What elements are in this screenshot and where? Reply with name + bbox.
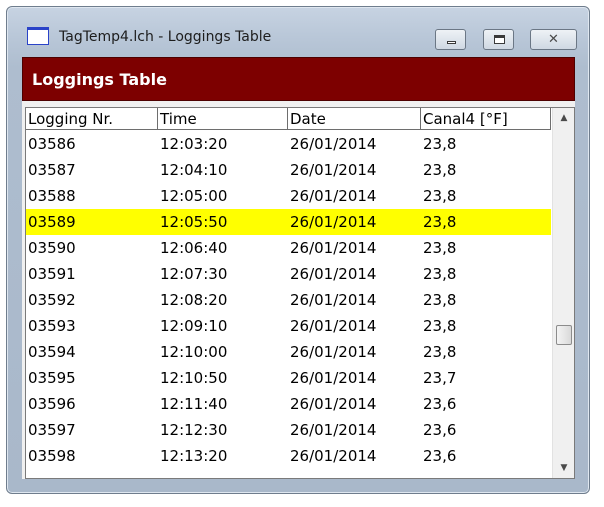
table-row[interactable]: 03587 12:04:10 26/01/2014 23,8 (26, 157, 551, 183)
cell-canal4: 23,8 (423, 161, 457, 179)
close-button[interactable]: ✕ (530, 29, 577, 50)
cell-date: 26/01/2014 (290, 187, 377, 205)
maximize-icon (494, 35, 505, 44)
cell-canal4: 23,7 (423, 369, 457, 387)
table-row[interactable]: 03593 12:09:10 26/01/2014 23,8 (26, 313, 551, 339)
cell-canal4: 23,6 (423, 447, 457, 465)
cell-logging-nr: 03595 (28, 369, 76, 387)
column-header-time[interactable]: Time (158, 108, 288, 130)
cell-date: 26/01/2014 (290, 291, 377, 309)
cell-logging-nr: 03597 (28, 421, 76, 439)
window-client-area: Loggings Table Logging Nr. Time Date Can… (22, 57, 575, 479)
window-app-icon (27, 27, 49, 45)
column-header-date[interactable]: Date (288, 108, 421, 130)
cell-time: 12:13:20 (160, 447, 228, 465)
cell-canal4: 23,8 (423, 187, 457, 205)
cell-time: 12:10:00 (160, 343, 228, 361)
cell-time: 12:04:10 (160, 161, 228, 179)
table-row[interactable]: 03594 12:10:00 26/01/2014 23,8 (26, 339, 551, 365)
cell-date: 26/01/2014 (290, 265, 377, 283)
cell-canal4: 23,8 (423, 135, 457, 153)
table-row[interactable]: 03588 12:05:00 26/01/2014 23,8 (26, 183, 551, 209)
title-bar[interactable]: TagTemp4.lch - Loggings Table ✕ (7, 7, 589, 51)
cell-date: 26/01/2014 (290, 135, 377, 153)
cell-date: 26/01/2014 (290, 161, 377, 179)
close-icon: ✕ (548, 32, 559, 47)
cell-logging-nr: 03589 (28, 213, 76, 231)
cell-logging-nr: 03588 (28, 187, 76, 205)
cell-time: 12:10:50 (160, 369, 228, 387)
table-row[interactable]: 03591 12:07:30 26/01/2014 23,8 (26, 261, 551, 287)
cell-logging-nr: 03591 (28, 265, 76, 283)
maximize-button[interactable] (483, 29, 514, 50)
column-header-canal4[interactable]: Canal4 [°F] (421, 108, 551, 130)
cell-logging-nr: 03586 (28, 135, 76, 153)
cell-time: 12:08:20 (160, 291, 228, 309)
cell-date: 26/01/2014 (290, 395, 377, 413)
scrollbar-thumb[interactable] (556, 325, 572, 345)
cell-canal4: 23,8 (423, 343, 457, 361)
cell-time: 12:03:20 (160, 135, 228, 153)
cell-canal4: 23,8 (423, 239, 457, 257)
cell-canal4: 23,8 (423, 317, 457, 335)
scroll-down-icon[interactable]: ▼ (553, 458, 574, 478)
table-row[interactable]: 03595 12:10:50 26/01/2014 23,7 (26, 365, 551, 391)
cell-date: 26/01/2014 (290, 239, 377, 257)
vertical-scrollbar[interactable]: ▲ ▼ (552, 108, 574, 478)
cell-logging-nr: 03594 (28, 343, 76, 361)
cell-canal4: 23,6 (423, 421, 457, 439)
cell-time: 12:12:30 (160, 421, 228, 439)
cell-date: 26/01/2014 (290, 447, 377, 465)
column-header-logging-nr[interactable]: Logging Nr. (26, 108, 158, 130)
cell-logging-nr: 03590 (28, 239, 76, 257)
app-window: TagTemp4.lch - Loggings Table ✕ Loggings… (6, 6, 590, 494)
cell-date: 26/01/2014 (290, 317, 377, 335)
table-row[interactable]: 03596 12:11:40 26/01/2014 23,6 (26, 391, 551, 417)
scroll-up-icon[interactable]: ▲ (553, 108, 574, 128)
table-row[interactable]: 03586 12:03:20 26/01/2014 23,8 (26, 131, 551, 157)
table-row[interactable]: 03589 12:05:50 26/01/2014 23,8 (26, 209, 551, 235)
cell-logging-nr: 03587 (28, 161, 76, 179)
cell-time: 12:06:40 (160, 239, 228, 257)
cell-canal4: 23,6 (423, 395, 457, 413)
cell-time: 12:05:00 (160, 187, 228, 205)
cell-time: 12:07:30 (160, 265, 228, 283)
table-header-row: Logging Nr. Time Date Canal4 [°F] (26, 108, 551, 131)
cell-logging-nr: 03596 (28, 395, 76, 413)
cell-date: 26/01/2014 (290, 369, 377, 387)
cell-time: 12:11:40 (160, 395, 228, 413)
cell-canal4: 23,8 (423, 291, 457, 309)
window-title: TagTemp4.lch - Loggings Table (59, 29, 272, 45)
cell-logging-nr: 03598 (28, 447, 76, 465)
page-title: Loggings Table (32, 70, 167, 89)
minimize-button[interactable] (435, 29, 466, 50)
cell-date: 26/01/2014 (290, 343, 377, 361)
cell-canal4: 23,8 (423, 213, 457, 231)
table-row[interactable]: 03598 12:13:20 26/01/2014 23,6 (26, 443, 551, 469)
loggings-table: Logging Nr. Time Date Canal4 [°F] 03586 1… (25, 107, 575, 479)
cell-date: 26/01/2014 (290, 421, 377, 439)
table-row[interactable]: 03590 12:06:40 26/01/2014 23,8 (26, 235, 551, 261)
cell-date: 26/01/2014 (290, 213, 377, 231)
cell-time: 12:09:10 (160, 317, 228, 335)
cell-time: 12:05:50 (160, 213, 228, 231)
table-row[interactable]: 03592 12:08:20 26/01/2014 23,8 (26, 287, 551, 313)
header-band: Loggings Table (22, 57, 575, 101)
cell-canal4: 23,8 (423, 265, 457, 283)
table-row[interactable]: 03597 12:12:30 26/01/2014 23,6 (26, 417, 551, 443)
minimize-icon (447, 41, 456, 44)
cell-logging-nr: 03592 (28, 291, 76, 309)
cell-logging-nr: 03593 (28, 317, 76, 335)
